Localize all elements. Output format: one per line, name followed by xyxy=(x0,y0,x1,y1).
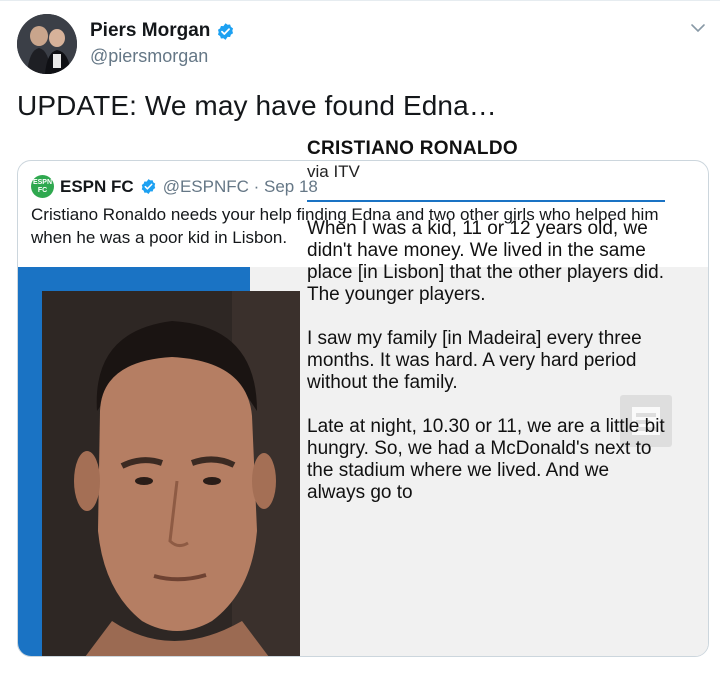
card-title: CRISTIANO RONALDO xyxy=(307,138,518,159)
card-paragraph-1: When I was a kid, 11 or 12 years old, we… xyxy=(307,218,665,305)
card-subtitle: via ITV xyxy=(307,162,360,181)
espn-logo-text: ESPN FC xyxy=(32,178,53,194)
verified-badge-icon xyxy=(218,22,234,40)
top-divider xyxy=(0,0,720,1)
card-paragraph-2: I saw my family [in Madeira] every three… xyxy=(307,328,642,393)
espn-fc-logo: ESPN FC xyxy=(31,175,54,198)
card-paragraph-3: Late at night, 10.30 or 11, we are a lit… xyxy=(307,416,665,503)
quoted-handle-date: @ESPNFC · Sep 18 xyxy=(162,176,318,196)
verified-badge-icon xyxy=(141,179,155,194)
card-divider xyxy=(307,200,665,202)
player-portrait-icon xyxy=(42,291,300,656)
chevron-down-icon[interactable] xyxy=(688,20,708,36)
avatar[interactable] xyxy=(17,14,77,74)
avatar-photo xyxy=(17,14,77,74)
tweet-text: UPDATE: We may have found Edna… xyxy=(17,90,497,121)
quoted-header: ESPN FC ESPN FC @ESPNFC · Sep 18 xyxy=(31,175,318,198)
author-handle[interactable]: @piersmorgan xyxy=(90,46,208,67)
quoted-author-name: ESPN FC xyxy=(60,176,134,196)
author-name-row: Piers Morgan xyxy=(90,20,235,42)
player-photo xyxy=(42,291,300,656)
author-name[interactable]: Piers Morgan xyxy=(90,20,210,42)
